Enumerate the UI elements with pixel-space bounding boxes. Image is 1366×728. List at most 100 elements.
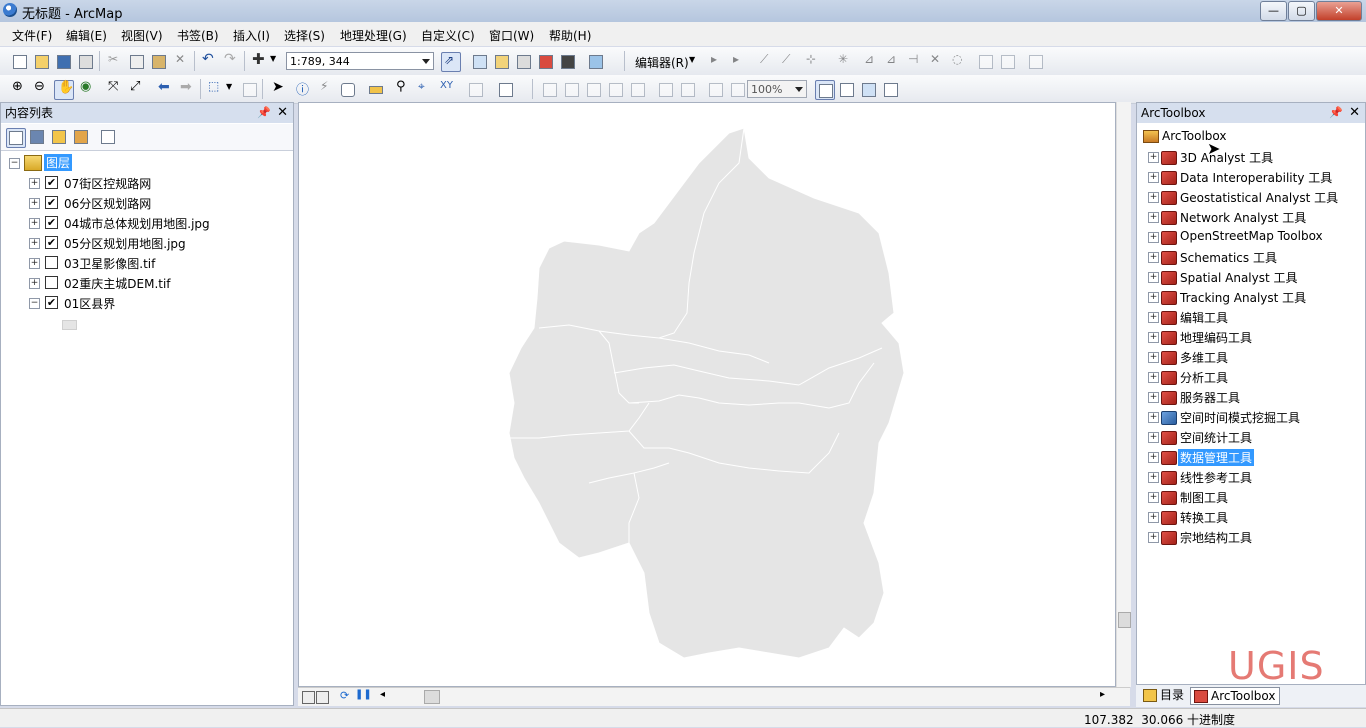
toolbox-item[interactable]: Network Analyst 工具 — [1180, 209, 1306, 226]
new-document-button[interactable] — [10, 52, 28, 70]
expand-icon[interactable]: + — [1148, 272, 1159, 283]
delete-button[interactable]: ✕ — [171, 52, 189, 70]
endpoint-arc-button[interactable]: ⟋ — [779, 52, 797, 70]
layout-zoom-out-icon[interactable] — [562, 80, 580, 98]
layer-label[interactable]: 01区县界 — [64, 295, 115, 312]
expand-icon[interactable]: + — [1148, 452, 1159, 463]
tab-arctoolbox[interactable]: ArcToolbox — [1190, 687, 1281, 705]
toolbox-item[interactable]: 线性参考工具 — [1180, 469, 1252, 486]
arctoolbox-window-button[interactable] — [536, 52, 554, 70]
layer-label[interactable]: 03卫星影像图.tif — [64, 255, 155, 272]
expand-icon[interactable]: + — [1148, 532, 1159, 543]
menu-file[interactable]: 文件(F) — [12, 27, 52, 44]
print-button[interactable] — [76, 52, 94, 70]
menu-insert[interactable]: 插入(I) — [233, 27, 270, 44]
toolbox-item[interactable]: Spatial Analyst 工具 — [1180, 269, 1298, 286]
pan-icon[interactable]: ✋ — [54, 80, 74, 100]
maximize-button[interactable]: ▢ — [1288, 1, 1315, 21]
forward-extent-icon[interactable]: ➡ — [178, 79, 196, 98]
close-icon[interactable]: ✕ — [277, 103, 288, 123]
toolbox-item[interactable]: 空间时间模式挖掘工具 — [1180, 409, 1300, 426]
menu-customize[interactable]: 自定义(C) — [421, 27, 475, 44]
scroll-left-icon[interactable]: ◂ — [380, 689, 385, 700]
layer-label[interactable]: 02重庆主城DEM.tif — [64, 275, 171, 292]
back-extent-icon[interactable]: ⬅ — [156, 79, 174, 98]
fixed-layout-zoom-out-icon[interactable] — [678, 80, 696, 98]
tab-catalog[interactable]: 目录 — [1140, 687, 1188, 703]
identify-icon[interactable]: ⓘ — [294, 80, 312, 98]
clear-selection-icon[interactable] — [240, 80, 258, 98]
menu-selection[interactable]: 选择(S) — [284, 27, 325, 44]
fixed-zoom-in-icon[interactable]: ⤧ — [106, 79, 124, 98]
expand-icon[interactable]: + — [1148, 312, 1159, 323]
expand-icon[interactable]: + — [1148, 412, 1159, 423]
menu-help[interactable]: 帮助(H) — [549, 27, 591, 44]
straight-segment-button[interactable]: ⟋ — [757, 52, 775, 70]
find-icon[interactable]: ⚲ — [394, 79, 412, 98]
modelbuilder-button[interactable] — [586, 52, 604, 70]
change-layout-icon[interactable] — [859, 80, 877, 98]
expand-icon[interactable]: + — [1148, 292, 1159, 303]
collapse-icon[interactable]: − — [29, 298, 40, 309]
zoom-whole-page-icon[interactable] — [606, 80, 624, 98]
close-button[interactable]: ✕ — [1316, 1, 1362, 21]
layer-visibility-checkbox[interactable]: ✔ — [45, 216, 58, 229]
toolbox-item[interactable]: Tracking Analyst 工具 — [1180, 289, 1306, 306]
toolbox-item[interactable]: Data Interoperability 工具 — [1180, 169, 1332, 186]
pause-drawing-icon[interactable]: ❚❚ — [355, 689, 372, 700]
expand-icon[interactable]: + — [1148, 232, 1159, 243]
scroll-thumb[interactable] — [1118, 612, 1131, 628]
toolbox-item[interactable]: 3D Analyst 工具 — [1180, 149, 1273, 166]
redo-button[interactable]: ↷ — [221, 51, 239, 70]
expand-icon[interactable]: + — [1148, 352, 1159, 363]
layer-visibility-checkbox[interactable]: ✔ — [45, 176, 58, 189]
expand-icon[interactable]: + — [1148, 432, 1159, 443]
layer-visibility-checkbox[interactable] — [45, 276, 58, 289]
toolbox-item[interactable]: 宗地结构工具 — [1180, 529, 1252, 546]
layout-pan-icon[interactable] — [584, 80, 602, 98]
toc-root-layers[interactable]: 图层 — [44, 154, 73, 171]
create-features-button[interactable] — [1026, 52, 1044, 70]
expand-icon[interactable]: + — [29, 218, 40, 229]
minimize-button[interactable]: — — [1260, 1, 1287, 21]
html-popup-icon[interactable] — [338, 80, 356, 98]
expand-icon[interactable]: + — [1148, 152, 1159, 163]
expand-icon[interactable]: + — [29, 178, 40, 189]
expand-icon[interactable]: + — [1148, 372, 1159, 383]
layer-visibility-checkbox[interactable] — [45, 256, 58, 269]
zoom-100-icon[interactable] — [628, 80, 646, 98]
list-by-drawing-order-icon[interactable] — [6, 128, 26, 148]
toolbox-item[interactable]: 编辑工具 — [1180, 309, 1228, 326]
save-button[interactable] — [54, 52, 72, 70]
layer-visibility-checkbox[interactable]: ✔ — [45, 236, 58, 249]
layer-visibility-checkbox[interactable]: ✔ — [45, 296, 58, 309]
fixed-layout-zoom-in-icon[interactable] — [656, 80, 674, 98]
editor-toolbar-toggle[interactable]: ⇗ — [441, 52, 461, 72]
expand-icon[interactable]: + — [1148, 332, 1159, 343]
layout-view-icon[interactable] — [316, 691, 329, 704]
cut-polygon-button[interactable]: ⊿ — [883, 52, 901, 70]
toc-window-button[interactable] — [470, 52, 488, 70]
map-horizontal-scrollbar[interactable]: ⟳ ❚❚ ◂ ▸ — [298, 687, 1130, 706]
list-by-source-icon[interactable] — [28, 128, 46, 146]
layer-label[interactable]: 05分区规划用地图.jpg — [64, 235, 186, 252]
toc-options-icon[interactable] — [99, 128, 117, 146]
find-route-icon[interactable]: ⌖ — [416, 79, 434, 98]
python-window-button[interactable] — [558, 52, 576, 70]
expand-icon[interactable]: + — [1148, 252, 1159, 263]
fixed-zoom-out-icon[interactable]: ⤢ — [128, 79, 146, 98]
undo-button[interactable]: ↶ — [199, 51, 217, 70]
list-by-visibility-icon[interactable] — [50, 128, 68, 146]
pin-icon[interactable]: 📌 — [1329, 103, 1343, 123]
toolbox-item[interactable]: 地理编码工具 — [1180, 329, 1252, 346]
go-to-xy-icon[interactable]: XY — [438, 80, 456, 98]
data-driven-pages-icon[interactable] — [881, 80, 907, 98]
zoom-out-icon[interactable]: ⊖ — [32, 79, 50, 98]
search-window-button[interactable] — [514, 52, 532, 70]
menu-bookmarks[interactable]: 书签(B) — [177, 27, 219, 44]
measure-icon[interactable] — [366, 80, 384, 98]
editor-menu[interactable]: 编辑器(R) — [635, 54, 689, 71]
pin-icon[interactable]: 📌 — [257, 103, 271, 123]
map-view[interactable] — [298, 102, 1116, 687]
close-icon[interactable]: ✕ — [1349, 103, 1360, 123]
